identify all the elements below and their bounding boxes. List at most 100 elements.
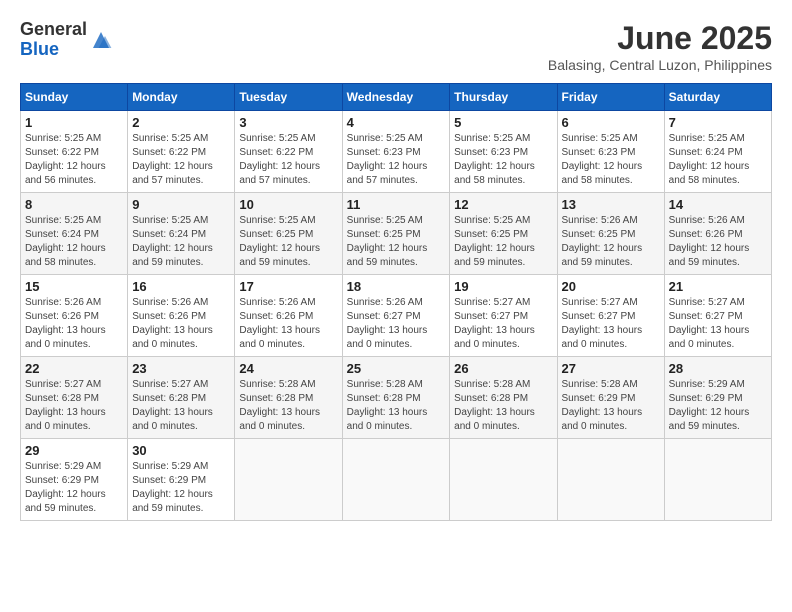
table-row: 14 Sunrise: 5:26 AM Sunset: 6:26 PM Dayl… (664, 193, 771, 275)
table-row: 7 Sunrise: 5:25 AM Sunset: 6:24 PM Dayli… (664, 111, 771, 193)
day-number: 19 (454, 279, 552, 294)
day-number: 3 (239, 115, 337, 130)
table-row: 26 Sunrise: 5:28 AM Sunset: 6:28 PM Dayl… (450, 357, 557, 439)
day-info: Sunrise: 5:27 AM Sunset: 6:28 PM Dayligh… (25, 378, 123, 434)
day-number: 13 (562, 197, 660, 212)
table-row: 17 Sunrise: 5:26 AM Sunset: 6:26 PM Dayl… (235, 275, 342, 357)
day-number: 4 (347, 115, 446, 130)
table-row (235, 439, 342, 521)
table-row: 1 Sunrise: 5:25 AM Sunset: 6:22 PM Dayli… (21, 111, 128, 193)
day-info: Sunrise: 5:26 AM Sunset: 6:26 PM Dayligh… (669, 214, 767, 270)
table-row (557, 439, 664, 521)
day-number: 21 (669, 279, 767, 294)
day-number: 10 (239, 197, 337, 212)
table-row: 6 Sunrise: 5:25 AM Sunset: 6:23 PM Dayli… (557, 111, 664, 193)
day-number: 28 (669, 361, 767, 376)
calendar-week-row: 15 Sunrise: 5:26 AM Sunset: 6:26 PM Dayl… (21, 275, 772, 357)
table-row: 22 Sunrise: 5:27 AM Sunset: 6:28 PM Dayl… (21, 357, 128, 439)
day-info: Sunrise: 5:25 AM Sunset: 6:23 PM Dayligh… (347, 132, 446, 188)
table-row: 30 Sunrise: 5:29 AM Sunset: 6:29 PM Dayl… (128, 439, 235, 521)
table-row: 13 Sunrise: 5:26 AM Sunset: 6:25 PM Dayl… (557, 193, 664, 275)
day-info: Sunrise: 5:29 AM Sunset: 6:29 PM Dayligh… (25, 460, 123, 516)
day-info: Sunrise: 5:26 AM Sunset: 6:26 PM Dayligh… (239, 296, 337, 352)
day-number: 29 (25, 443, 123, 458)
day-number: 12 (454, 197, 552, 212)
day-number: 26 (454, 361, 552, 376)
table-row: 27 Sunrise: 5:28 AM Sunset: 6:29 PM Dayl… (557, 357, 664, 439)
day-info: Sunrise: 5:29 AM Sunset: 6:29 PM Dayligh… (132, 460, 230, 516)
header-wednesday: Wednesday (342, 84, 450, 111)
day-info: Sunrise: 5:25 AM Sunset: 6:24 PM Dayligh… (25, 214, 123, 270)
table-row: 2 Sunrise: 5:25 AM Sunset: 6:22 PM Dayli… (128, 111, 235, 193)
day-info: Sunrise: 5:26 AM Sunset: 6:26 PM Dayligh… (132, 296, 230, 352)
day-number: 27 (562, 361, 660, 376)
calendar-week-row: 8 Sunrise: 5:25 AM Sunset: 6:24 PM Dayli… (21, 193, 772, 275)
table-row: 24 Sunrise: 5:28 AM Sunset: 6:28 PM Dayl… (235, 357, 342, 439)
day-number: 25 (347, 361, 446, 376)
day-info: Sunrise: 5:27 AM Sunset: 6:27 PM Dayligh… (454, 296, 552, 352)
header-sunday: Sunday (21, 84, 128, 111)
day-info: Sunrise: 5:28 AM Sunset: 6:28 PM Dayligh… (454, 378, 552, 434)
title-area: June 2025 Balasing, Central Luzon, Phili… (548, 20, 772, 73)
table-row: 4 Sunrise: 5:25 AM Sunset: 6:23 PM Dayli… (342, 111, 450, 193)
day-info: Sunrise: 5:28 AM Sunset: 6:28 PM Dayligh… (347, 378, 446, 434)
table-row: 18 Sunrise: 5:26 AM Sunset: 6:27 PM Dayl… (342, 275, 450, 357)
table-row (342, 439, 450, 521)
day-number: 1 (25, 115, 123, 130)
day-number: 6 (562, 115, 660, 130)
day-number: 11 (347, 197, 446, 212)
day-number: 20 (562, 279, 660, 294)
table-row: 23 Sunrise: 5:27 AM Sunset: 6:28 PM Dayl… (128, 357, 235, 439)
header-friday: Friday (557, 84, 664, 111)
day-number: 16 (132, 279, 230, 294)
table-row: 28 Sunrise: 5:29 AM Sunset: 6:29 PM Dayl… (664, 357, 771, 439)
table-row: 29 Sunrise: 5:29 AM Sunset: 6:29 PM Dayl… (21, 439, 128, 521)
logo-icon (89, 28, 113, 52)
day-info: Sunrise: 5:26 AM Sunset: 6:25 PM Dayligh… (562, 214, 660, 270)
day-info: Sunrise: 5:25 AM Sunset: 6:24 PM Dayligh… (132, 214, 230, 270)
day-info: Sunrise: 5:25 AM Sunset: 6:25 PM Dayligh… (454, 214, 552, 270)
day-number: 18 (347, 279, 446, 294)
day-info: Sunrise: 5:25 AM Sunset: 6:23 PM Dayligh… (454, 132, 552, 188)
day-number: 23 (132, 361, 230, 376)
day-info: Sunrise: 5:25 AM Sunset: 6:25 PM Dayligh… (239, 214, 337, 270)
day-info: Sunrise: 5:27 AM Sunset: 6:27 PM Dayligh… (562, 296, 660, 352)
calendar-week-row: 29 Sunrise: 5:29 AM Sunset: 6:29 PM Dayl… (21, 439, 772, 521)
header-tuesday: Tuesday (235, 84, 342, 111)
table-row: 5 Sunrise: 5:25 AM Sunset: 6:23 PM Dayli… (450, 111, 557, 193)
day-number: 17 (239, 279, 337, 294)
day-info: Sunrise: 5:25 AM Sunset: 6:22 PM Dayligh… (239, 132, 337, 188)
day-info: Sunrise: 5:25 AM Sunset: 6:23 PM Dayligh… (562, 132, 660, 188)
day-number: 22 (25, 361, 123, 376)
day-number: 30 (132, 443, 230, 458)
month-year-title: June 2025 (548, 20, 772, 57)
table-row: 21 Sunrise: 5:27 AM Sunset: 6:27 PM Dayl… (664, 275, 771, 357)
day-info: Sunrise: 5:29 AM Sunset: 6:29 PM Dayligh… (669, 378, 767, 434)
table-row: 3 Sunrise: 5:25 AM Sunset: 6:22 PM Dayli… (235, 111, 342, 193)
table-row (664, 439, 771, 521)
calendar-header-row: Sunday Monday Tuesday Wednesday Thursday… (21, 84, 772, 111)
day-info: Sunrise: 5:27 AM Sunset: 6:28 PM Dayligh… (132, 378, 230, 434)
day-number: 5 (454, 115, 552, 130)
page-header: General Blue June 2025 Balasing, Central… (20, 20, 772, 73)
day-number: 8 (25, 197, 123, 212)
day-info: Sunrise: 5:27 AM Sunset: 6:27 PM Dayligh… (669, 296, 767, 352)
day-info: Sunrise: 5:26 AM Sunset: 6:27 PM Dayligh… (347, 296, 446, 352)
table-row: 15 Sunrise: 5:26 AM Sunset: 6:26 PM Dayl… (21, 275, 128, 357)
day-number: 9 (132, 197, 230, 212)
calendar-week-row: 22 Sunrise: 5:27 AM Sunset: 6:28 PM Dayl… (21, 357, 772, 439)
logo[interactable]: General Blue (20, 20, 113, 60)
table-row: 10 Sunrise: 5:25 AM Sunset: 6:25 PM Dayl… (235, 193, 342, 275)
day-number: 15 (25, 279, 123, 294)
day-number: 2 (132, 115, 230, 130)
logo-text: General Blue (20, 20, 87, 60)
table-row: 8 Sunrise: 5:25 AM Sunset: 6:24 PM Dayli… (21, 193, 128, 275)
day-info: Sunrise: 5:26 AM Sunset: 6:26 PM Dayligh… (25, 296, 123, 352)
day-number: 14 (669, 197, 767, 212)
day-number: 24 (239, 361, 337, 376)
calendar-table: Sunday Monday Tuesday Wednesday Thursday… (20, 83, 772, 521)
table-row: 25 Sunrise: 5:28 AM Sunset: 6:28 PM Dayl… (342, 357, 450, 439)
header-thursday: Thursday (450, 84, 557, 111)
day-info: Sunrise: 5:28 AM Sunset: 6:28 PM Dayligh… (239, 378, 337, 434)
header-saturday: Saturday (664, 84, 771, 111)
